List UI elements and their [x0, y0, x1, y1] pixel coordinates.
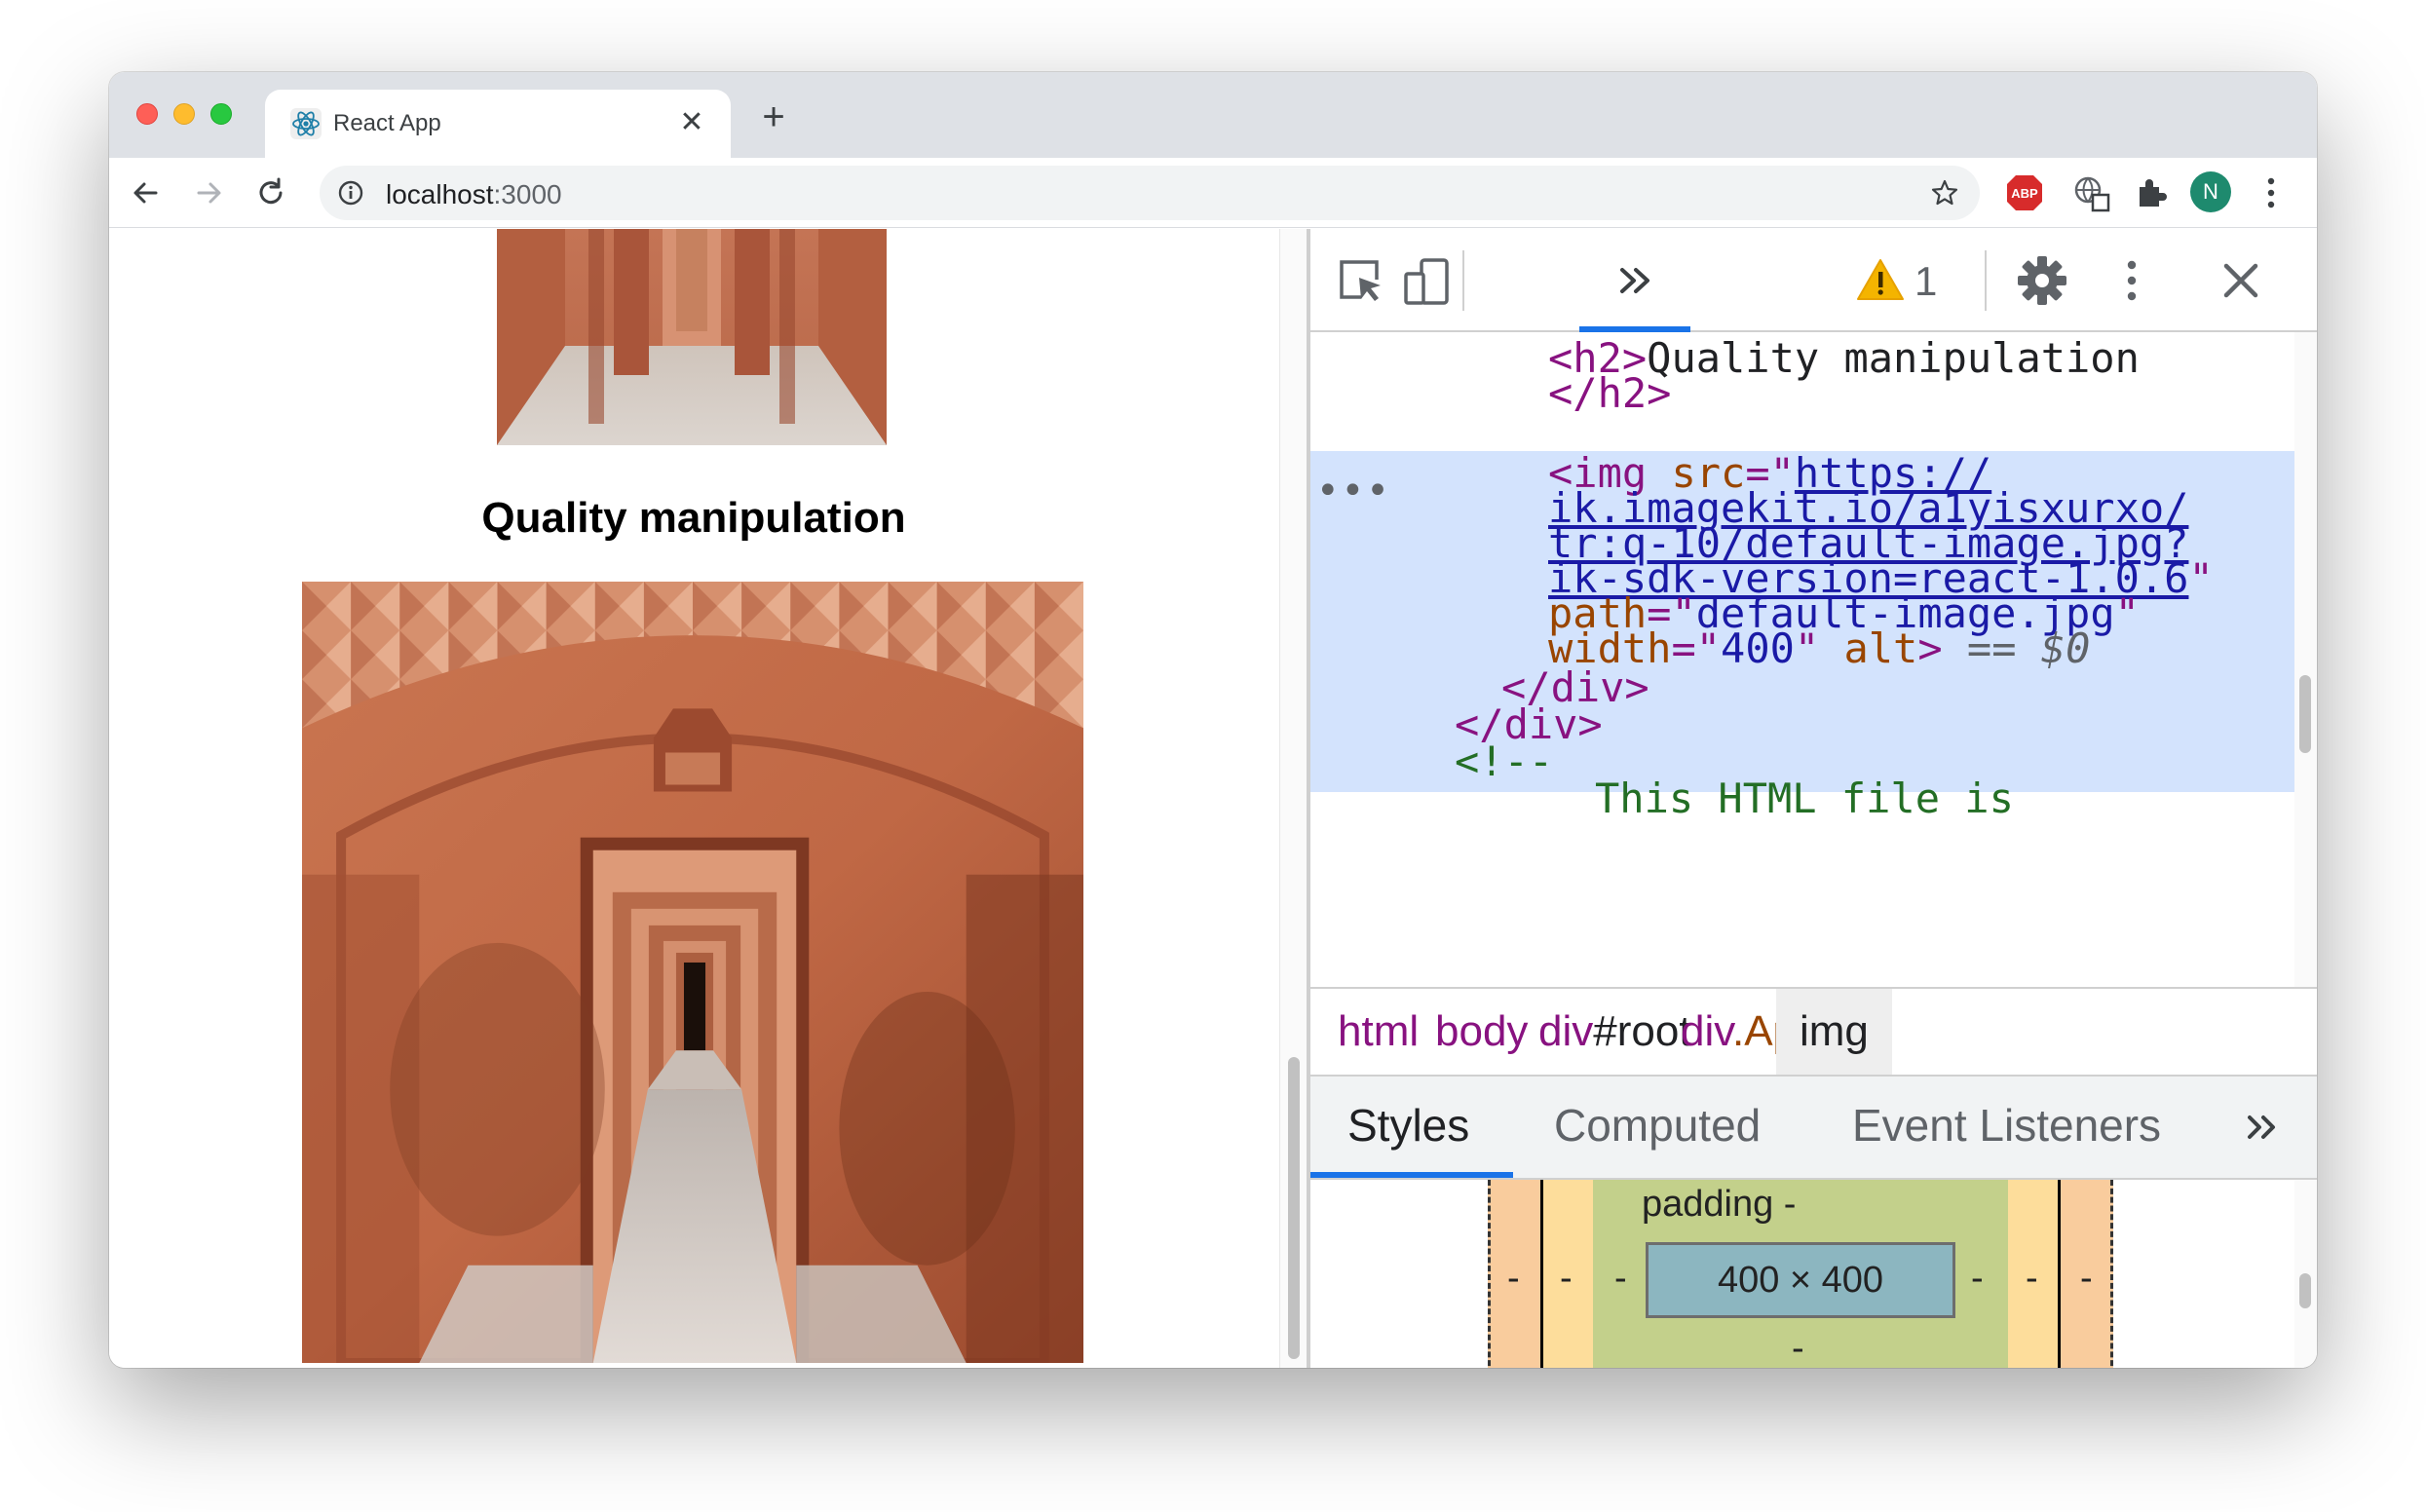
padding-bottom-value[interactable]: -: [1792, 1328, 1804, 1368]
profile-avatar[interactable]: N: [2190, 171, 2231, 212]
device-toggle-icon[interactable]: [1398, 252, 1455, 309]
more-tabs-icon[interactable]: [1609, 252, 1665, 309]
box-model-content[interactable]: 400 × 400: [1646, 1242, 1955, 1318]
forward-icon[interactable]: [187, 171, 230, 214]
page-heading: Quality manipulation: [481, 494, 906, 542]
corridor-image-top: [497, 229, 887, 445]
toolbar-divider: [1462, 250, 1464, 311]
tab-computed[interactable]: Computed: [1554, 1077, 1761, 1178]
devtools-panel: 1 ••• <h2>Quality manipulation </h2> <im…: [1310, 229, 2317, 1368]
corridor-image-main: [302, 582, 1083, 1363]
browser-window: React App ✕ + localhost:3000 ABP N Quali…: [109, 72, 2317, 1368]
warning-count[interactable]: 1: [1914, 258, 1937, 305]
more-tabs-icon[interactable]: [2240, 1104, 2287, 1151]
tab-styles[interactable]: Styles: [1347, 1077, 1469, 1178]
adblock-icon[interactable]: ABP: [2003, 171, 2046, 214]
url-text[interactable]: localhost:3000: [386, 179, 562, 210]
dom-line-comment-text[interactable]: This HTML file is: [1595, 771, 2294, 827]
kebab-menu-icon[interactable]: [2104, 252, 2160, 309]
back-icon[interactable]: [125, 171, 168, 214]
tab-close-icon[interactable]: ✕: [674, 103, 709, 142]
page-scrollbar[interactable]: [1279, 229, 1307, 1368]
new-tab-button[interactable]: +: [752, 97, 795, 140]
padding-label: padding -: [1642, 1184, 1797, 1225]
box-model-diagram: padding - 400 × 400 - - - - - - -: [1310, 1180, 2294, 1368]
reload-icon[interactable]: [249, 171, 292, 214]
zoom-window-button[interactable]: [210, 103, 232, 125]
address-bar[interactable]: localhost:3000: [320, 166, 1980, 220]
margin-right-value[interactable]: -: [2080, 1258, 2093, 1300]
gear-icon[interactable]: [2014, 252, 2070, 309]
tab-react-app[interactable]: React App ✕: [265, 90, 731, 158]
toolbar-divider: [1985, 250, 1987, 311]
elements-scrollbar[interactable]: [2294, 332, 2317, 987]
minimize-window-button[interactable]: [173, 103, 195, 125]
breadcrumb-img[interactable]: img: [1776, 989, 1892, 1075]
tab-title: React App: [333, 110, 441, 136]
styles-scrollbar[interactable]: [2294, 1180, 2317, 1368]
inspect-icon[interactable]: [1332, 252, 1388, 309]
tab-strip: React App ✕ +: [109, 72, 2317, 158]
border-left-value[interactable]: -: [1560, 1258, 1573, 1300]
svg-text:ABP: ABP: [2011, 186, 2038, 201]
info-icon[interactable]: [337, 179, 364, 207]
extensions-icon[interactable]: [2130, 171, 2173, 214]
styles-scrollbar-thumb[interactable]: [2299, 1273, 2311, 1308]
translate-icon[interactable]: [2069, 171, 2112, 214]
padding-left-value[interactable]: -: [1614, 1258, 1627, 1300]
devtools-toolbar: 1: [1310, 229, 2317, 332]
kebab-menu-icon[interactable]: [2256, 171, 2286, 214]
elements-scrollbar-thumb[interactable]: [2299, 675, 2311, 753]
dom-breadcrumb: html body div#root div.App img: [1310, 987, 2317, 1077]
sidebar-tabs: Styles Computed Event Listeners: [1310, 1077, 2317, 1180]
node-actions-ellipsis[interactable]: •••: [1316, 463, 1391, 519]
react-favicon: [290, 108, 322, 139]
tab-event-listeners[interactable]: Event Listeners: [1852, 1077, 2161, 1178]
star-icon[interactable]: [1929, 177, 1960, 208]
warning-icon[interactable]: [1852, 252, 1909, 309]
padding-right-value[interactable]: -: [1971, 1258, 1984, 1300]
page-scrollbar-thumb[interactable]: [1288, 1057, 1300, 1359]
close-icon[interactable]: [2213, 252, 2269, 309]
margin-left-value[interactable]: -: [1507, 1258, 1520, 1300]
dom-line-h2-close[interactable]: </h2>: [1548, 365, 2294, 422]
close-window-button[interactable]: [136, 103, 158, 125]
active-subtab-indicator: [1310, 1172, 1513, 1178]
border-right-value[interactable]: -: [2026, 1258, 2038, 1300]
page-viewport: Quality manipulation: [109, 229, 1278, 1368]
browser-toolbar: localhost:3000 ABP N: [109, 158, 2317, 228]
elements-tree[interactable]: ••• <h2>Quality manipulation </h2> <img …: [1310, 332, 2294, 987]
